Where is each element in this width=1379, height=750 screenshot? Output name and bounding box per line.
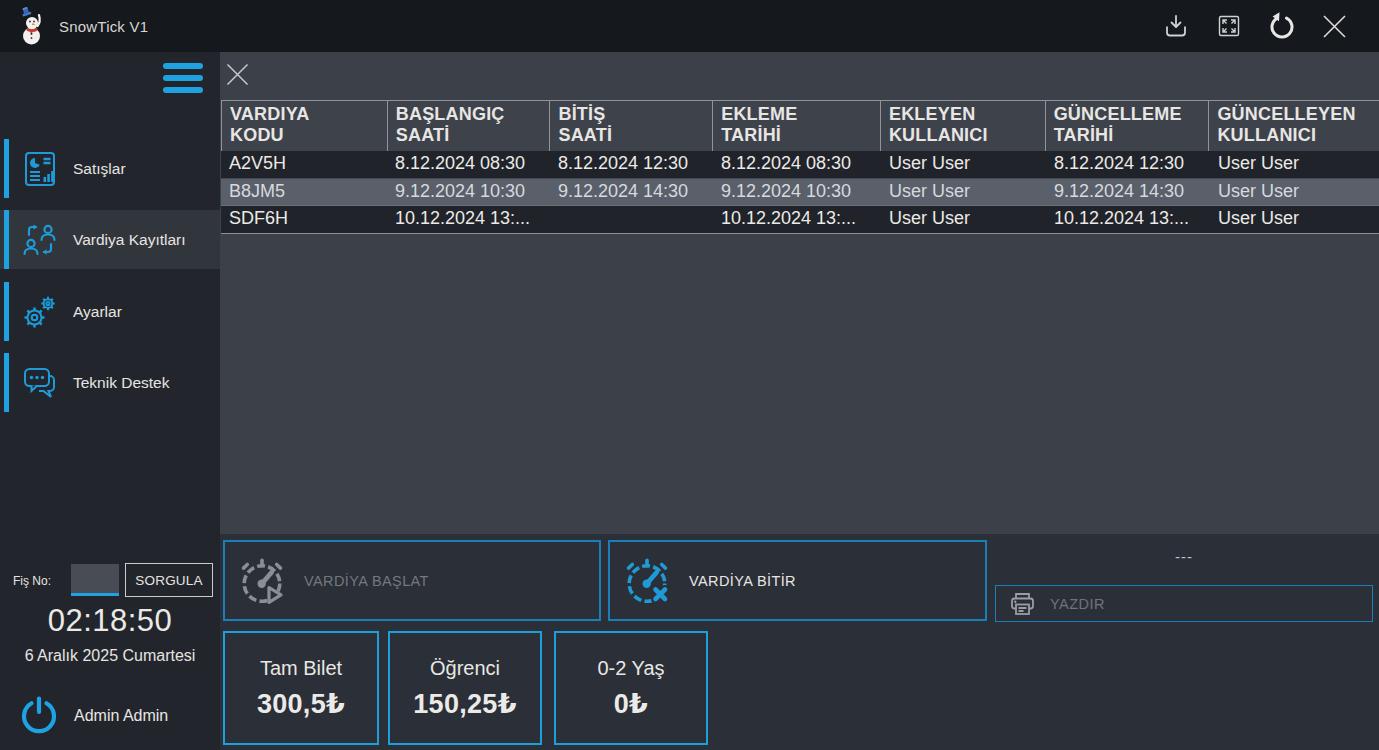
- table-row[interactable]: A2V5H 8.12.2024 08:30 8.12.2024 12:30 8.…: [221, 151, 1379, 179]
- ticket-label: Tam Bilet: [260, 657, 342, 680]
- window-controls: [1149, 0, 1361, 52]
- hamburger-icon: [163, 63, 203, 69]
- nav-accent-bar: [4, 282, 9, 341]
- ticket-price: 0₺: [614, 688, 648, 720]
- main-toolbar: [220, 52, 1379, 100]
- sidebar-item-label: Ayarlar: [73, 303, 122, 321]
- logout-user-button[interactable]: Admin Admin: [0, 694, 220, 740]
- ticket-price: 300,5₺: [257, 688, 345, 720]
- close-window-button[interactable]: [1308, 0, 1361, 52]
- fullscreen-button[interactable]: [1202, 0, 1255, 52]
- clock: 02:18:50: [0, 603, 220, 639]
- column-header-vardiya-kodu: VARDIYAKODU: [222, 101, 388, 151]
- query-button[interactable]: SORGULA: [125, 563, 213, 597]
- title-bar: SnowTick V1: [0, 0, 1379, 52]
- column-header-ekleyen-kullanici: EKLEYENKULLANICI: [881, 101, 1046, 151]
- expand-icon: [1217, 14, 1241, 38]
- sidebar-item-ayarlar[interactable]: Ayarlar: [0, 282, 220, 341]
- sales-report-icon: [23, 151, 57, 187]
- refresh-icon: [1268, 12, 1296, 40]
- print-button[interactable]: YAZDIR: [995, 585, 1373, 622]
- sidebar-item-vardiya-kayitlari[interactable]: Vardiya Kayıtları: [0, 210, 220, 269]
- shift-table: VARDIYAKODU BAŞLANGIÇSAATİ BİTİŞSAATİ EK…: [221, 100, 1379, 234]
- clear-selection-button close-icon[interactable]: [226, 63, 249, 86]
- ticket-price: 150,25₺: [413, 688, 516, 720]
- ticket-price-0-2-yas[interactable]: 0-2 Yaş 0₺: [554, 631, 708, 745]
- start-shift-button[interactable]: VARDİYA BAŞLAT: [223, 540, 601, 621]
- sidebar-item-satislar[interactable]: Satışlar: [0, 139, 220, 198]
- printer-icon: [1009, 591, 1036, 617]
- end-shift-label: VARDİYA BİTİR: [689, 573, 796, 589]
- nav-accent-bar: [4, 139, 9, 198]
- column-header-ekleme-tarihi: EKLEMETARİHİ: [713, 101, 881, 151]
- print-label: YAZDIR: [1050, 596, 1105, 612]
- ticket-label: 0-2 Yaş: [597, 657, 664, 680]
- settings-gears-icon: [23, 294, 57, 330]
- date-label: 6 Aralık 2025 Cumartesi: [0, 647, 220, 665]
- shift-status-text: ---: [995, 548, 1373, 565]
- column-header-guncelleyen-kullanici: GÜNCELLEYENKULLANICI: [1209, 101, 1379, 151]
- receipt-query-row: Fiş No: SORGULA: [0, 563, 220, 598]
- column-header-bitis-saati: BİTİŞSAATİ: [550, 101, 713, 151]
- column-header-guncelleme-tarihi: GÜNCELLEMETARİHİ: [1046, 101, 1210, 151]
- column-header-baslangic-saati: BAŞLANGIÇSAATİ: [388, 101, 551, 151]
- table-header-row: VARDIYAKODU BAŞLANGIÇSAATİ BİTİŞSAATİ EK…: [221, 100, 1379, 151]
- app-logo-snowman-icon: [17, 7, 47, 45]
- bottom-panel: VARDİYA BAŞLAT VARDİYA BİTİR ---: [220, 534, 1379, 750]
- shift-records-icon: [23, 222, 57, 258]
- main-content: VARDIYAKODU BAŞLANGIÇSAATİ BİTİŞSAATİ EK…: [220, 52, 1379, 750]
- receipt-no-label: Fiş No:: [13, 574, 51, 588]
- sidebar-item-teknik-destek[interactable]: Teknik Destek: [0, 353, 220, 412]
- close-icon: [1321, 13, 1348, 40]
- download-button[interactable]: [1149, 0, 1202, 52]
- sidebar: Satışlar Vardiya Kayıtları: [0, 52, 220, 750]
- end-shift-button[interactable]: VARDİYA BİTİR: [608, 540, 987, 621]
- stopwatch-end-icon: [624, 557, 670, 605]
- table-row[interactable]: SDF6H 10.12.2024 13:... 10.12.2024 13:..…: [221, 206, 1379, 234]
- app-title: SnowTick V1: [59, 18, 148, 35]
- download-icon: [1163, 13, 1189, 39]
- ticket-label: Öğrenci: [430, 657, 500, 680]
- stopwatch-start-icon: [239, 557, 285, 605]
- start-shift-label: VARDİYA BAŞLAT: [304, 573, 429, 589]
- sidebar-item-label: Vardiya Kayıtları: [73, 231, 186, 249]
- nav-accent-bar: [4, 353, 9, 412]
- support-chat-icon: [23, 365, 57, 401]
- power-icon: [19, 696, 59, 736]
- ticket-price-ogrenci[interactable]: Öğrenci 150,25₺: [388, 631, 542, 745]
- refresh-button[interactable]: [1255, 0, 1308, 52]
- sidebar-item-label: Teknik Destek: [73, 374, 169, 392]
- receipt-no-input[interactable]: [71, 564, 119, 596]
- ticket-price-tam-bilet[interactable]: Tam Bilet 300,5₺: [223, 631, 379, 745]
- nav-accent-bar: [4, 210, 9, 269]
- sidebar-item-label: Satışlar: [73, 160, 126, 178]
- menu-toggle-button[interactable]: [163, 63, 203, 93]
- table-row-selected[interactable]: B8JM5 9.12.2024 10:30 9.12.2024 14:30 9.…: [221, 179, 1379, 207]
- user-name-label: Admin Admin: [74, 707, 168, 725]
